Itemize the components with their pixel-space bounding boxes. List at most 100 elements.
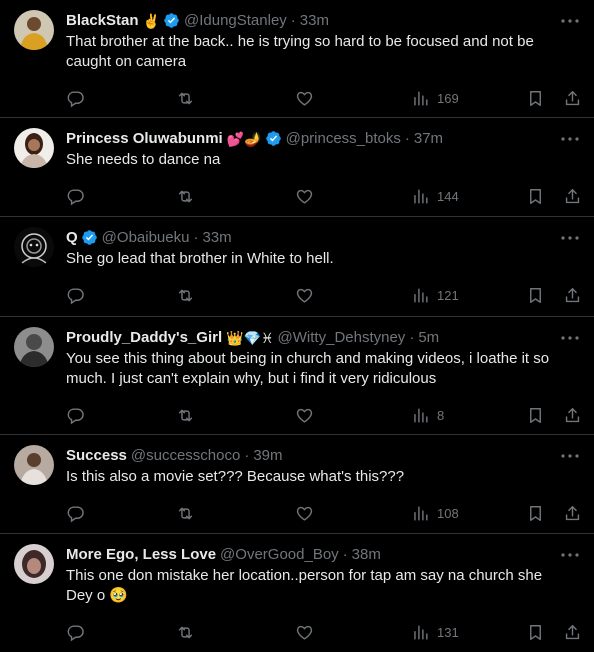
reply-icon (67, 90, 84, 107)
more-icon[interactable] (560, 447, 580, 465)
separator: · (404, 130, 410, 147)
action-bar: 144 (66, 176, 580, 216)
like-button[interactable] (295, 285, 314, 305)
handle[interactable]: @princess_btoks (286, 128, 401, 149)
avatar[interactable] (14, 227, 54, 267)
views-button[interactable]: 108 (411, 503, 459, 523)
handle[interactable]: @OverGood_Boy (220, 544, 339, 565)
like-button[interactable] (295, 405, 314, 425)
like-button[interactable] (295, 88, 314, 108)
more-icon[interactable] (560, 130, 580, 148)
handle[interactable]: @successchoco (131, 445, 240, 466)
reply-button[interactable] (66, 88, 85, 108)
timestamp[interactable]: 37m (414, 128, 443, 149)
like-icon (296, 91, 313, 106)
timestamp[interactable]: 33m (202, 227, 231, 248)
avatar[interactable] (14, 327, 54, 367)
avatar[interactable] (14, 128, 54, 168)
bookmark-button[interactable] (526, 285, 545, 305)
timestamp[interactable]: 33m (300, 10, 329, 31)
avatar[interactable] (14, 544, 54, 584)
action-bar: 8 (66, 395, 580, 435)
more-icon[interactable] (560, 12, 580, 30)
views-button[interactable]: 8 (411, 405, 444, 425)
display-name[interactable]: BlackStan (66, 10, 139, 31)
bookmark-button[interactable] (526, 405, 545, 425)
views-button[interactable]: 144 (411, 186, 459, 206)
views-button[interactable]: 131 (411, 622, 459, 642)
retweet-button[interactable] (176, 622, 195, 642)
action-bar: 131 (66, 612, 580, 652)
reply-button[interactable] (66, 503, 85, 523)
reply-text: Is this also a movie set??? Because what… (66, 468, 405, 485)
retweet-icon (178, 92, 193, 104)
share-button[interactable] (563, 88, 582, 108)
reply-item[interactable]: Q @Obaibueku · 33m She go lead that brot… (0, 217, 594, 317)
avatar[interactable] (14, 10, 54, 50)
handle[interactable]: @Witty_Dehstyney (278, 327, 406, 348)
retweet-button[interactable] (176, 285, 195, 305)
timestamp[interactable]: 38m (352, 544, 381, 565)
name-emoji: ✌️ (142, 12, 160, 29)
display-name[interactable]: Q (66, 227, 78, 248)
views-button[interactable]: 169 (411, 88, 459, 108)
display-name[interactable]: Proudly_Daddy's_Girl (66, 327, 222, 348)
reply-item[interactable]: More Ego, Less Love @OverGood_Boy · 38m … (0, 534, 594, 645)
views-button[interactable]: 121 (411, 285, 459, 305)
bookmark-button[interactable] (526, 186, 545, 206)
views-icon (414, 287, 428, 303)
views-icon (414, 505, 428, 521)
reply-item[interactable]: Proudly_Daddy's_Girl 👑💎♓ @Witty_Dehstyne… (0, 317, 594, 435)
verified-icon (265, 131, 281, 146)
more-icon[interactable] (560, 229, 580, 247)
timestamp[interactable]: 5m (418, 327, 439, 348)
action-bar: 121 (66, 275, 580, 315)
display-name[interactable]: Success (66, 445, 127, 466)
share-icon (565, 287, 580, 302)
like-button[interactable] (295, 186, 314, 206)
reply-item[interactable]: BlackStan ✌️ @IdungStanley · 33m That br… (0, 0, 594, 118)
reply-button[interactable] (66, 186, 85, 206)
handle[interactable]: @IdungStanley (184, 10, 287, 31)
bookmark-button[interactable] (526, 503, 545, 523)
share-button[interactable] (563, 285, 582, 305)
retweet-icon (178, 289, 193, 301)
retweet-icon (178, 507, 193, 519)
bookmark-button[interactable] (526, 88, 545, 108)
retweet-button[interactable] (176, 186, 195, 206)
timestamp[interactable]: 39m (253, 445, 282, 466)
reply-item[interactable]: Success @successchoco · 39m Is this also… (0, 435, 594, 534)
like-button[interactable] (295, 503, 314, 523)
reply-button[interactable] (66, 622, 85, 642)
replies-feed: BlackStan ✌️ @IdungStanley · 33m That br… (0, 0, 594, 645)
reply-item[interactable]: Princess Oluwabunmi 💕🪔 @princess_btoks ·… (0, 118, 594, 217)
avatar[interactable] (14, 445, 54, 485)
retweet-icon (178, 409, 193, 421)
share-button[interactable] (563, 405, 582, 425)
display-name[interactable]: Princess Oluwabunmi (66, 128, 223, 149)
reply-button[interactable] (66, 405, 85, 425)
handle[interactable]: @Obaibueku (102, 227, 190, 248)
like-button[interactable] (295, 622, 314, 642)
more-icon[interactable] (560, 546, 580, 564)
retweet-button[interactable] (176, 405, 195, 425)
more-icon[interactable] (560, 329, 580, 347)
share-button[interactable] (563, 503, 582, 523)
display-name[interactable]: More Ego, Less Love (66, 544, 216, 565)
retweet-button[interactable] (176, 88, 195, 108)
reply-header: Q @Obaibueku · 33m (66, 227, 578, 248)
views-count: 121 (437, 287, 459, 303)
share-button[interactable] (563, 186, 582, 206)
views-count: 108 (437, 505, 459, 521)
reply-text: She needs to dance na (66, 151, 221, 168)
separator: · (193, 229, 199, 246)
share-button[interactable] (563, 622, 582, 642)
verified-icon (81, 230, 97, 245)
bookmark-icon (530, 505, 541, 521)
share-icon (565, 505, 580, 520)
reply-text: You see this thing about being in church… (66, 350, 550, 387)
share-icon (565, 407, 580, 422)
reply-button[interactable] (66, 285, 85, 305)
bookmark-button[interactable] (526, 622, 545, 642)
retweet-button[interactable] (176, 503, 195, 523)
